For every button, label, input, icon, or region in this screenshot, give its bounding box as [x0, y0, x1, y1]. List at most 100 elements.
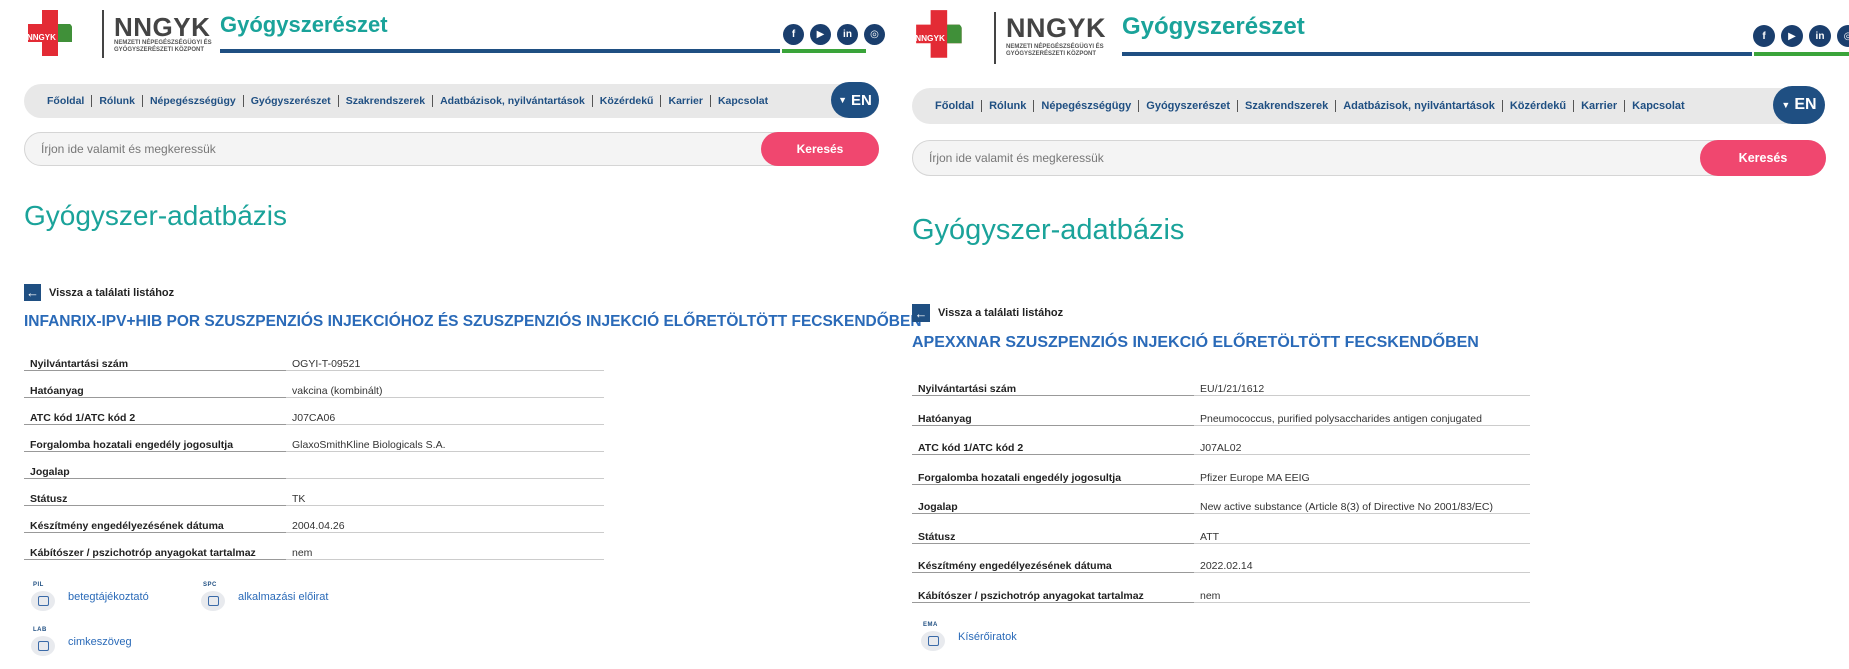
youtube-icon[interactable]: ▶: [1781, 25, 1803, 47]
document-link-pil[interactable]: PIL betegtájékoztató: [30, 582, 149, 612]
facebook-icon[interactable]: f: [1753, 25, 1775, 47]
row-label: Státusz: [24, 493, 286, 506]
row-label: Hatóanyag: [912, 413, 1194, 426]
table-row: Készítmény engedélyezésének dátuma 2022.0…: [912, 544, 1530, 573]
document-tag: EMA: [923, 622, 938, 628]
row-value: vakcina (kombinált): [286, 385, 604, 398]
logo-badge-text: NNGYK: [915, 34, 945, 43]
language-label: EN: [851, 91, 872, 109]
row-value: 2022.02.14: [1194, 560, 1530, 573]
table-row: Készítmény engedélyezésének dátuma 2004.0…: [24, 506, 604, 533]
nav-item-gyogyszereszet[interactable]: Gyógyszerészet: [244, 95, 339, 107]
nav-item-nepegeszsegugy[interactable]: Népegészségügy: [143, 95, 244, 107]
social-links: f ▶ in ◎: [1753, 25, 1849, 47]
nav-item-fooldal[interactable]: Főoldal: [928, 100, 983, 112]
row-label: Státusz: [912, 531, 1194, 544]
back-link[interactable]: ← Vissza a találati listához: [912, 304, 1063, 322]
caret-down-icon: ▼: [838, 95, 848, 105]
nav-item-gyogyszereszet[interactable]: Gyógyszerészet: [1139, 100, 1239, 112]
header-rule-blue: [220, 49, 780, 53]
table-row: ATC kód 1/ATC kód 2 J07AL02: [912, 426, 1530, 455]
document-icon: SPC: [200, 582, 226, 612]
nav-item-nepegeszsegugy[interactable]: Népegészségügy: [1034, 100, 1140, 112]
site-header: NNGYK NNGYK Nemzeti Népegészségügyi és G…: [0, 0, 885, 70]
row-value: 2004.04.26: [286, 520, 604, 533]
row-label: ATC kód 1/ATC kód 2: [912, 442, 1194, 455]
main-nav: Főoldal Rólunk Népegészségügy Gyógyszeré…: [24, 84, 879, 118]
row-value: J07CA06: [286, 412, 604, 425]
search-bar: Írjon ide valamit és megkeressük Keresés: [912, 140, 1826, 176]
nav-item-rolunk[interactable]: Rólunk: [92, 95, 143, 107]
nav-item-kozerdeku[interactable]: Közérdekű: [593, 95, 662, 107]
search-input[interactable]: Írjon ide valamit és megkeressük: [41, 142, 216, 156]
language-button[interactable]: ▼ EN: [1773, 86, 1825, 124]
nav-item-szakrendszerek[interactable]: Szakrendszerek: [339, 95, 434, 107]
nav-item-adatbazisok[interactable]: Adatbázisok, nyilvántartások: [1336, 100, 1503, 112]
nav-item-adatbazisok[interactable]: Adatbázisok, nyilvántartások: [433, 95, 593, 107]
social-links: f ▶ in ◎: [783, 24, 885, 45]
table-row: Jogalap New active substance (Article 8(3…: [912, 485, 1530, 514]
instagram-icon[interactable]: ◎: [1837, 25, 1849, 47]
search-button[interactable]: Keresés: [1700, 140, 1826, 176]
table-row: Hatóanyag Pneumococcus, purified polysacc…: [912, 396, 1530, 426]
linkedin-icon[interactable]: in: [837, 24, 858, 45]
back-link[interactable]: ← Vissza a találati listához: [24, 284, 174, 301]
row-label: Kábítószer / pszichotróp anyagokat tarta…: [24, 547, 286, 560]
row-label: Nyilvántartási szám: [912, 383, 1194, 396]
language-label: EN: [1794, 96, 1817, 113]
search-button[interactable]: Keresés: [761, 132, 879, 166]
page-title: Gyógyszer-adatbázis: [24, 200, 288, 231]
section-title[interactable]: Gyógyszerészet: [220, 12, 388, 38]
drug-title: APEXXNAR SZUSZPENZIÓS INJEKCIÓ ELŐRETÖLT…: [912, 334, 1479, 351]
brand-subtitle: Nemzeti Népegészségügyi és Gyógyszerésze…: [1006, 44, 1104, 57]
row-value: OGYI-T-09521: [286, 358, 604, 371]
nav-item-kapcsolat[interactable]: Kapcsolat: [711, 95, 775, 107]
row-value: nem: [1194, 590, 1530, 603]
row-value: nem: [286, 547, 604, 560]
nngyk-logo-icon[interactable]: NNGYK: [912, 10, 972, 64]
logo-divider: [994, 12, 996, 64]
nav-item-fooldal[interactable]: Főoldal: [40, 95, 93, 107]
document-link-ema[interactable]: EMA Kísérőiratok: [920, 622, 1017, 652]
nngyk-logo-icon[interactable]: NNGYK: [24, 10, 82, 62]
row-label: Jogalap: [912, 501, 1194, 514]
document-link-spc[interactable]: SPC alkalmazási előirat: [200, 582, 328, 612]
nav-item-rolunk[interactable]: Rólunk: [982, 100, 1035, 112]
nav-item-kapcsolat[interactable]: Kapcsolat: [1625, 100, 1692, 112]
table-row: Hatóanyag vakcina (kombinált): [24, 371, 604, 398]
youtube-icon[interactable]: ▶: [810, 24, 831, 45]
instagram-icon[interactable]: ◎: [864, 24, 885, 45]
brand-name[interactable]: NNGYK: [1006, 13, 1106, 44]
back-link-label: Vissza a találati listához: [938, 307, 1064, 319]
document-label: alkalmazási előirat: [238, 591, 329, 603]
facebook-icon[interactable]: f: [783, 24, 804, 45]
language-button[interactable]: ▼ EN: [831, 82, 879, 118]
row-value: EU/1/21/1612: [1194, 383, 1530, 396]
brand-name[interactable]: NNGYK: [114, 12, 210, 43]
table-row: Nyilvántartási szám EU/1/21/1612: [912, 378, 1530, 396]
table-row: Nyilvántartási szám OGYI-T-09521: [24, 354, 604, 371]
row-value: New active substance (Article 8(3) of Di…: [1194, 501, 1530, 514]
search-bar: Írjon ide valamit és megkeressük Keresés: [24, 132, 879, 166]
arrow-left-icon: ←: [24, 284, 41, 301]
row-label: ATC kód 1/ATC kód 2: [24, 412, 286, 425]
linkedin-icon[interactable]: in: [1809, 25, 1831, 47]
section-title[interactable]: Gyógyszerészet: [1122, 13, 1305, 41]
row-label: Készítmény engedélyezésének dátuma: [24, 520, 286, 533]
site-header: NNGYK NNGYK Nemzeti Népegészségügyi és G…: [910, 0, 1849, 70]
arrow-left-icon: ←: [912, 304, 930, 322]
table-row: Státusz ATT: [912, 514, 1530, 544]
caret-down-icon: ▼: [1781, 100, 1791, 110]
document-link-lab[interactable]: LAB cimkeszöveg: [30, 627, 132, 657]
nav-item-kozerdeku[interactable]: Közérdekű: [1503, 100, 1575, 112]
search-input[interactable]: Írjon ide valamit és megkeressük: [929, 151, 1104, 165]
row-value: Pfizer Europe MA EEIG: [1194, 472, 1530, 485]
drug-title: INFANRIX-IPV+HIB POR SZUSZPENZIÓS INJEKC…: [24, 313, 922, 330]
nav-item-karrier[interactable]: Karrier: [661, 95, 711, 107]
table-row: ATC kód 1/ATC kód 2 J07CA06: [24, 398, 604, 425]
row-value: J07AL02: [1194, 442, 1530, 455]
nav-item-karrier[interactable]: Karrier: [1574, 100, 1626, 112]
row-label: Hatóanyag: [24, 385, 286, 398]
row-label: Forgalomba hozatali engedély jogosultja: [24, 439, 286, 452]
nav-item-szakrendszerek[interactable]: Szakrendszerek: [1238, 100, 1337, 112]
